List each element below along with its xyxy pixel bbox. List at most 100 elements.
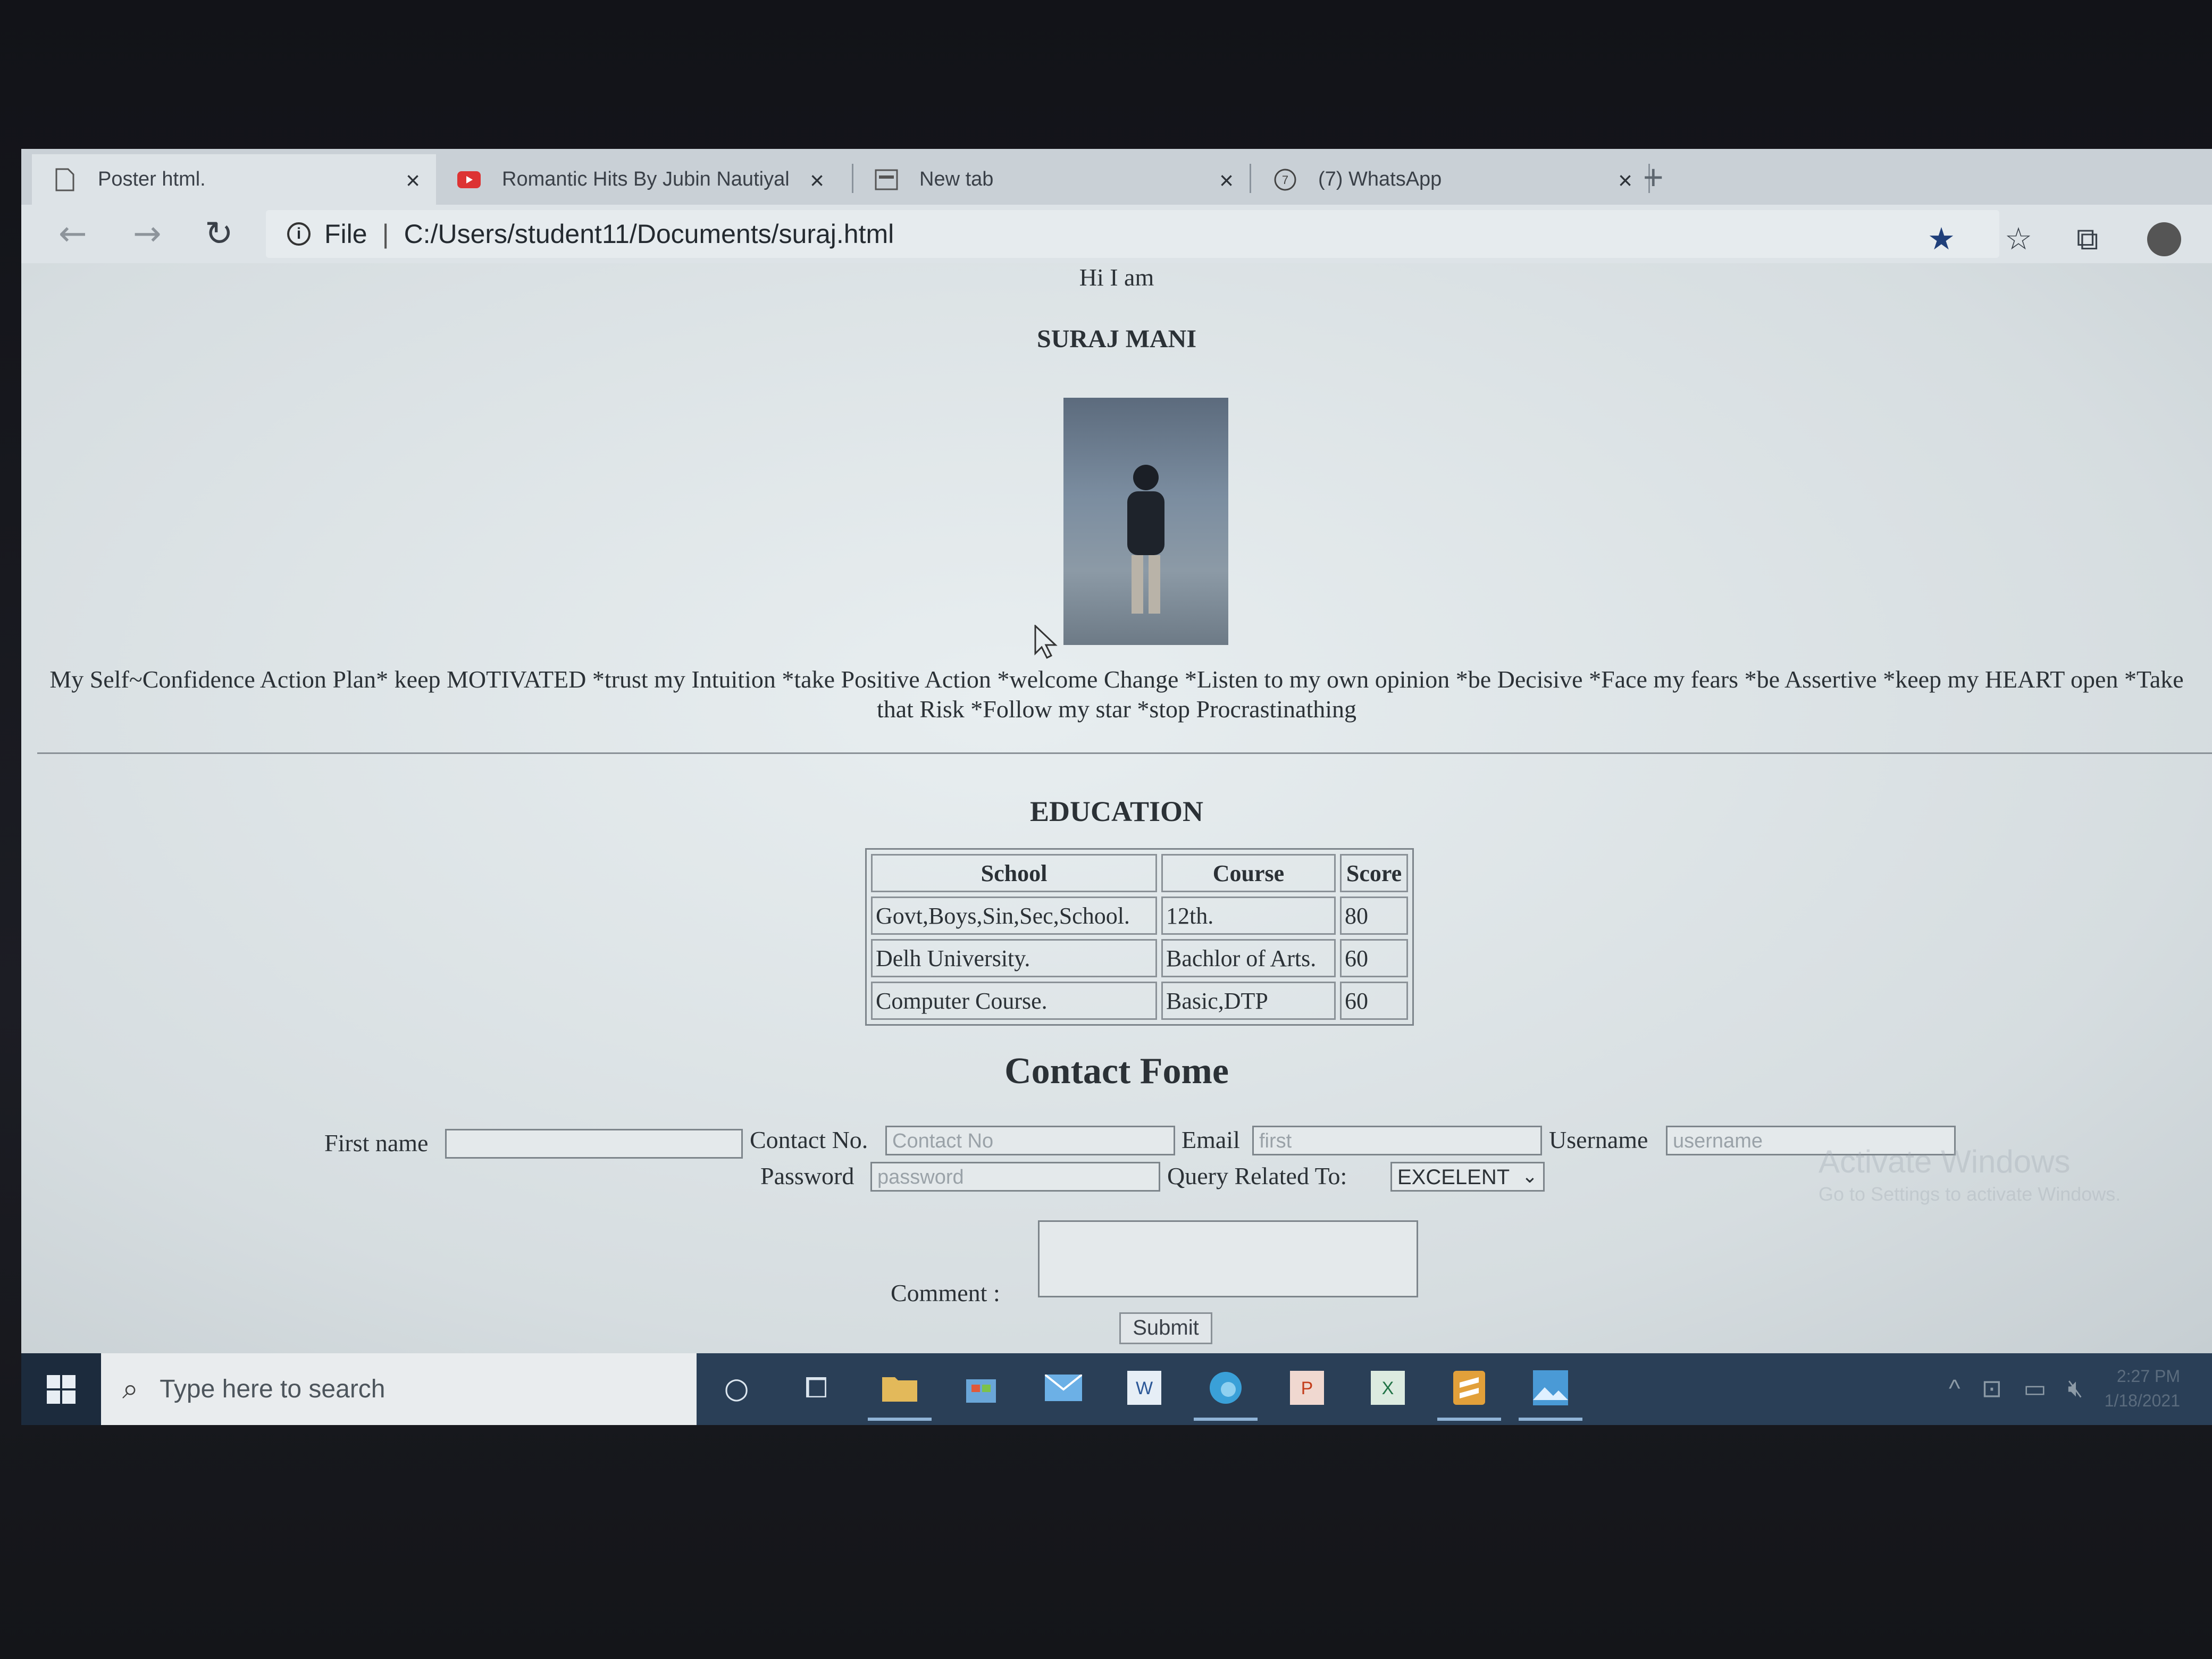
close-icon[interactable]: × xyxy=(1618,166,1632,195)
table-cell: 80 xyxy=(1340,896,1408,935)
star-filled-icon[interactable]: ★ xyxy=(1928,221,1955,257)
word-icon[interactable]: W xyxy=(1123,1367,1166,1409)
windows-logo-icon xyxy=(47,1375,76,1404)
column-header: School xyxy=(871,854,1157,892)
contact-no-label: Contact No. xyxy=(750,1126,868,1153)
close-icon[interactable]: × xyxy=(406,166,420,195)
file-explorer-icon[interactable] xyxy=(868,1367,932,1421)
whatsapp-icon: 7 xyxy=(1273,168,1297,191)
query-label: Query Related To: xyxy=(1167,1162,1347,1189)
start-button[interactable] xyxy=(21,1353,101,1425)
column-header: Score xyxy=(1340,854,1408,892)
username-label: Username xyxy=(1549,1126,1648,1153)
favorites-icon[interactable]: ☆ xyxy=(2005,221,2032,257)
tab-whatsapp[interactable]: 7 (7) WhatsApp × xyxy=(1252,154,1648,205)
watermark-subtitle: Go to Settings to activate Windows. xyxy=(1819,1183,2121,1205)
network-icon[interactable]: ⊡ xyxy=(1982,1374,2002,1403)
search-placeholder: Type here to search xyxy=(160,1375,386,1403)
watermark-title: Activate Windows xyxy=(1819,1144,2071,1179)
submit-button[interactable]: Submit xyxy=(1119,1312,1212,1344)
table-cell: Delh University. xyxy=(871,939,1157,977)
collections-icon[interactable]: ⧉ xyxy=(2076,221,2098,257)
youtube-icon xyxy=(457,168,481,191)
password-label: Password xyxy=(760,1162,854,1189)
excel-icon[interactable]: X xyxy=(1367,1367,1409,1409)
forward-icon[interactable]: → xyxy=(133,214,162,254)
query-select[interactable]: EXCELENT ⌄ xyxy=(1390,1162,1545,1192)
contact-no-input[interactable]: Contact No xyxy=(885,1126,1175,1155)
mail-icon[interactable] xyxy=(1042,1367,1085,1409)
tab-label: Poster html. xyxy=(98,168,206,190)
profile-name: SURAJ MANI xyxy=(1037,325,1196,353)
address-scheme: File xyxy=(324,219,367,249)
address-bar[interactable]: i File | C:/Users/student11/Documents/su… xyxy=(266,210,1999,258)
comment-label: Comment : xyxy=(891,1279,1000,1306)
store-icon[interactable] xyxy=(960,1367,1002,1409)
sublime-icon[interactable] xyxy=(1437,1367,1501,1421)
refresh-icon[interactable]: ↻ xyxy=(205,214,233,254)
education-table: School Course Score Govt,Boys,Sin,Sec,Sc… xyxy=(865,848,1414,1026)
close-icon[interactable]: × xyxy=(1219,166,1234,195)
photos-icon[interactable] xyxy=(1519,1367,1582,1421)
svg-text:X: X xyxy=(1382,1378,1394,1398)
activate-windows-watermark: Activate Windows Go to Settings to activ… xyxy=(1819,1143,2121,1205)
search-icon: ⌕ xyxy=(122,1373,139,1405)
tab-separator xyxy=(1250,164,1251,193)
page-icon xyxy=(53,168,77,191)
edge-icon[interactable] xyxy=(1194,1367,1258,1421)
clock[interactable]: 2:27 PM 1/18/2021 xyxy=(2105,1364,2180,1413)
email-label: Email xyxy=(1182,1126,1240,1153)
task-view-icon[interactable]: ⧠ xyxy=(795,1367,837,1409)
table-cell: 12th. xyxy=(1161,896,1336,935)
address-url[interactable]: C:/Users/student11/Documents/suraj.html xyxy=(404,219,894,249)
page-viewport: Hi I am SURAJ MANI My Self~Confidence Ac… xyxy=(21,263,2212,1353)
password-input[interactable]: password xyxy=(870,1162,1160,1192)
close-icon[interactable]: × xyxy=(810,166,824,195)
cortana-icon[interactable]: ○ xyxy=(715,1367,758,1409)
volume-muted-icon[interactable]: 🔇︎ xyxy=(2068,1373,2083,1403)
back-icon[interactable]: ← xyxy=(58,214,87,254)
table-row: Govt,Boys,Sin,Sec,School. 12th. 80 xyxy=(871,896,1408,935)
horizontal-rule xyxy=(37,752,2212,754)
contact-form-heading: Contact Fome xyxy=(1004,1051,1229,1092)
profile-photo xyxy=(1063,398,1228,645)
system-tray: ^ ⊡ ▭ 🔇︎ 2:27 PM 1/18/2021 xyxy=(1949,1364,2180,1413)
clock-time: 2:27 PM xyxy=(2116,1367,2180,1386)
first-name-label: First name xyxy=(324,1129,429,1157)
tab-label: New tab xyxy=(919,168,994,190)
table-cell: Computer Course. xyxy=(871,982,1157,1020)
education-heading: EDUCATION xyxy=(1029,795,1204,827)
powerpoint-icon[interactable]: P xyxy=(1286,1367,1328,1409)
table-row: Computer Course. Basic,DTP 60 xyxy=(871,982,1408,1020)
column-header: Course xyxy=(1161,854,1336,892)
taskbar-search[interactable]: ⌕ Type here to search xyxy=(101,1353,697,1425)
intro-text: Hi I am xyxy=(1079,264,1154,291)
email-input[interactable]: first xyxy=(1252,1126,1542,1155)
table-cell: 60 xyxy=(1340,982,1408,1020)
newtab-icon xyxy=(875,168,898,191)
svg-text:7: 7 xyxy=(1282,173,1288,187)
query-selected-value: EXCELENT xyxy=(1397,1166,1510,1189)
tab-label: Romantic Hits By Jubin Nautiyal xyxy=(502,168,790,190)
clock-date: 1/18/2021 xyxy=(2104,1391,2180,1410)
table-cell: Govt,Boys,Sin,Sec,School. xyxy=(871,896,1157,935)
table-row: Delh University. Bachlor of Arts. 60 xyxy=(871,939,1408,977)
battery-icon[interactable]: ▭ xyxy=(2023,1374,2046,1403)
photo-frame: Poster html. × Romantic Hits By Jubin Na… xyxy=(0,0,2212,1659)
tab-new-tab[interactable]: New tab × xyxy=(853,154,1250,205)
chevron-up-icon[interactable]: ^ xyxy=(1949,1374,1960,1403)
tab-poster[interactable]: Poster html. × xyxy=(32,154,436,205)
tab-youtube[interactable]: Romantic Hits By Jubin Nautiyal × xyxy=(436,154,840,205)
confidence-plan-text: My Self~Confidence Action Plan* keep MOT… xyxy=(49,666,2184,723)
person-figure xyxy=(1127,465,1164,614)
chevron-down-icon: ⌄ xyxy=(1521,1165,1538,1187)
new-tab-button[interactable]: + xyxy=(1643,157,1664,197)
address-divider: | xyxy=(382,219,389,249)
profile-avatar-icon[interactable] xyxy=(2146,221,2183,265)
info-icon[interactable]: i xyxy=(287,222,311,246)
tab-strip: Poster html. × Romantic Hits By Jubin Na… xyxy=(21,149,2212,205)
comment-textarea[interactable] xyxy=(1038,1220,1418,1297)
table-cell: 60 xyxy=(1340,939,1408,977)
first-name-input[interactable] xyxy=(445,1129,743,1159)
taskbar: ⌕ Type here to search ○ ⧠ W P X ^ ⊡ ▭ 🔇︎… xyxy=(21,1353,2212,1425)
